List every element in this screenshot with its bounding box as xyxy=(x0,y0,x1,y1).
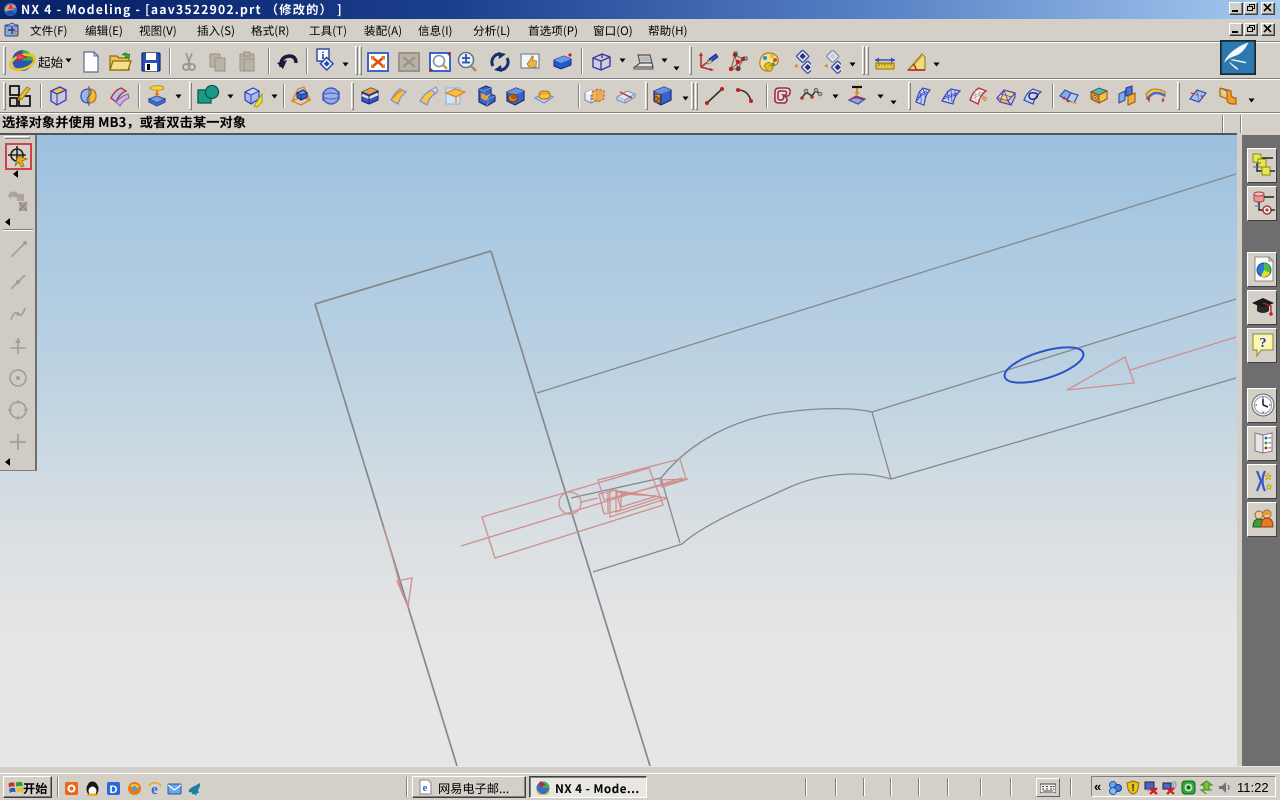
svg-text:D: D xyxy=(110,784,118,796)
svg-text:?: ? xyxy=(1260,336,1267,351)
svg-text:!: ! xyxy=(1131,783,1134,794)
svg-text:e: e xyxy=(423,782,428,794)
svg-text:e: e xyxy=(151,782,158,796)
